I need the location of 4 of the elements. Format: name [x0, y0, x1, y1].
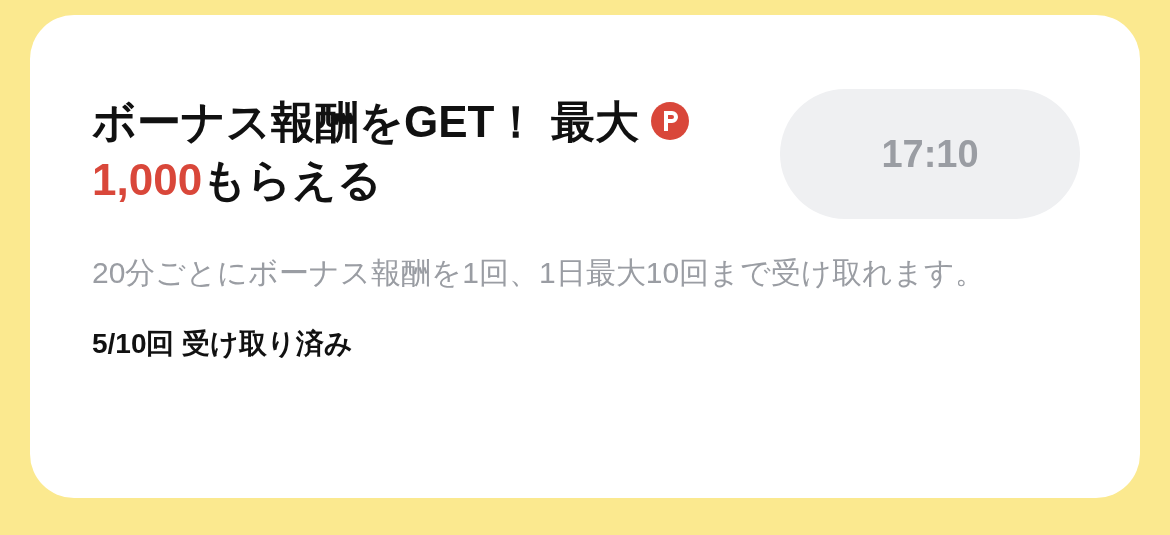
description-text: 20分ごとにボーナス報酬を1回、1日最大10回まで受け取れます。	[92, 255, 987, 291]
card-title: ボーナス報酬をGET！ 最大 1,000もらえる	[92, 93, 772, 209]
point-coin-icon	[650, 102, 689, 140]
progress-text: 5/10回 受け取り済み	[92, 327, 355, 361]
